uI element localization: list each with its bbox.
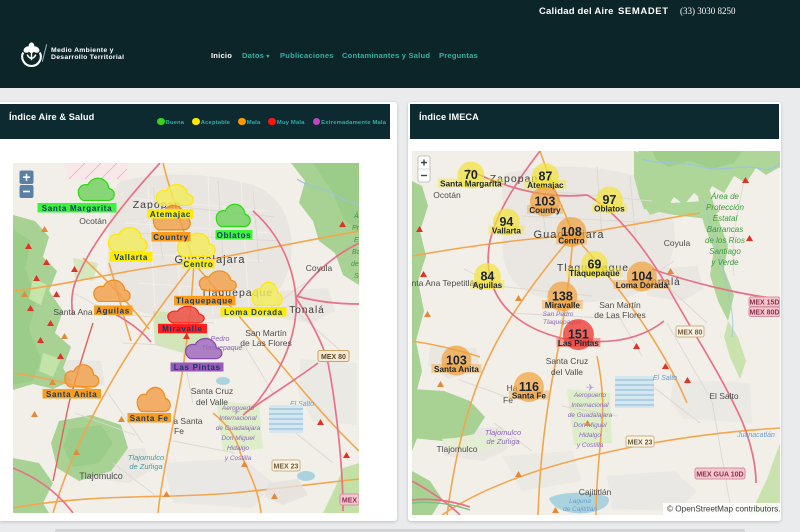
svg-text:MEX 15D: MEX 15D (749, 300, 779, 307)
svg-text:Fe: Fe (174, 426, 184, 436)
svg-text:Juanacatlán: Juanacatlán (736, 432, 775, 439)
svg-text:Pro: Pro (352, 225, 359, 232)
svg-text:MEX GUA 10D: MEX GUA 10D (696, 472, 743, 479)
svg-text:Cajititlán: Cajititlán (578, 487, 611, 497)
svg-text:Estatal: Estatal (712, 214, 737, 223)
svg-text:MEX 80D: MEX 80D (749, 310, 779, 317)
svg-text:Country: Country (529, 206, 561, 215)
svg-text:MEX 80: MEX 80 (321, 354, 346, 361)
svg-text:Hidalgo: Hidalgo (578, 432, 600, 439)
svg-text:Miravalle: Miravalle (544, 301, 579, 310)
svg-text:Santa Cruz: Santa Cruz (190, 386, 233, 396)
svg-text:Vallarta: Vallarta (113, 253, 147, 262)
svg-text:Barrancas: Barrancas (706, 225, 742, 234)
svg-text:Miravalle: Miravalle (162, 325, 203, 334)
svg-text:✈: ✈ (232, 407, 240, 418)
svg-text:Oblatos: Oblatos (216, 231, 251, 240)
svg-text:✈: ✈ (586, 383, 594, 394)
svg-text:Internacional: Internacional (571, 402, 609, 409)
svg-text:© OpenStreetMap contributors.: © OpenStreetMap contributors. (667, 505, 780, 514)
svg-text:MEX 23: MEX 23 (273, 464, 298, 471)
svg-text:Santa Ana: Santa Ana (53, 307, 93, 317)
svg-text:Es: Es (354, 237, 359, 244)
svg-text:Coyula: Coyula (663, 238, 690, 248)
svg-text:Ocotán: Ocotán (433, 190, 461, 200)
svg-text:Ár: Ár (353, 211, 359, 220)
svg-text:MEX 23: MEX 23 (627, 440, 652, 447)
svg-text:de Cajititlán: de Cajititlán (563, 506, 597, 513)
svg-text:y Verde: y Verde (710, 258, 739, 267)
svg-text:de los Ríos: de los Ríos (704, 236, 744, 245)
svg-text:MEX: MEX (341, 498, 357, 505)
svg-text:El Salto: El Salto (709, 391, 739, 401)
svg-text:de: de (351, 261, 359, 268)
svg-text:Santa Cruz: Santa Cruz (545, 356, 588, 366)
svg-text:de Zuñiga: de Zuñiga (486, 437, 519, 446)
svg-text:Ocotán: Ocotán (79, 216, 107, 226)
svg-text:MEX 80: MEX 80 (677, 330, 702, 337)
svg-text:Tlajomulco: Tlajomulco (127, 453, 163, 462)
svg-text:Don Miguel: Don Miguel (221, 435, 254, 442)
svg-text:Santa Margarita: Santa Margarita (440, 180, 502, 189)
svg-text:Sa: Sa (354, 273, 359, 280)
svg-text:Country: Country (153, 233, 189, 242)
svg-text:Santa Margarita: Santa Margarita (41, 204, 112, 213)
svg-text:de Las Flores: de Las Flores (240, 338, 292, 348)
svg-text:Santa Fe: Santa Fe (129, 414, 168, 423)
svg-text:Tlaquepaque: Tlaquepaque (175, 297, 232, 306)
svg-text:y Costilla: y Costilla (223, 455, 251, 462)
svg-text:Las Pintas: Las Pintas (557, 339, 598, 348)
svg-text:Santa Anita: Santa Anita (434, 365, 479, 374)
svg-text:San Martín: San Martín (245, 328, 287, 338)
svg-text:Las Pintas: Las Pintas (173, 363, 220, 372)
svg-text:Tlajomulco: Tlajomulco (484, 428, 520, 437)
svg-text:de Zuñiga: de Zuñiga (129, 462, 162, 471)
svg-text:del Valle: del Valle (551, 367, 583, 377)
svg-text:y Costilla: y Costilla (575, 442, 603, 449)
svg-text:San Martín: San Martín (599, 300, 641, 310)
svg-text:Laguna: Laguna (569, 498, 591, 505)
svg-text:Hidalgo: Hidalgo (226, 445, 248, 452)
svg-text:de Las Flores: de Las Flores (594, 310, 646, 320)
svg-text:Santa Fe: Santa Fe (511, 392, 546, 401)
svg-text:San Pedro: San Pedro (542, 311, 573, 318)
svg-text:Atemajac: Atemajac (149, 210, 190, 219)
svg-text:Vallarta: Vallarta (491, 227, 521, 236)
svg-text:Loma Dorada: Loma Dorada (615, 281, 668, 290)
svg-text:Protección: Protección (706, 203, 744, 212)
svg-text:a Santa: a Santa (173, 416, 203, 426)
svg-text:Oblatos: Oblatos (594, 205, 625, 214)
svg-text:Tonalá: Tonalá (289, 305, 324, 316)
svg-text:Tlajomulco: Tlajomulco (79, 471, 123, 481)
svg-text:Santiago: Santiago (709, 247, 741, 256)
svg-text:de Guadalajara: de Guadalajara (215, 425, 260, 432)
svg-text:Aguilas: Aguilas (96, 306, 130, 315)
svg-text:Tlaquepaque: Tlaquepaque (569, 269, 620, 278)
svg-text:Santa Ana Tepetitlán: Santa Ana Tepetitlán (412, 278, 479, 288)
svg-text:El Salto: El Salto (652, 375, 676, 382)
svg-text:Centro: Centro (183, 260, 213, 269)
svg-text:Coyula: Coyula (305, 263, 332, 273)
svg-text:Centro: Centro (558, 237, 584, 246)
svg-text:Santa Anita: Santa Anita (45, 390, 96, 399)
svg-text:Loma Dorada: Loma Dorada (224, 308, 283, 317)
svg-text:Aguilas: Aguilas (472, 281, 502, 290)
svg-text:Área de: Área de (709, 192, 739, 201)
svg-text:Tlajomulco: Tlajomulco (436, 444, 477, 454)
svg-text:de Guadalajara: de Guadalajara (567, 412, 612, 419)
svg-text:Ba: Ba (352, 249, 359, 256)
